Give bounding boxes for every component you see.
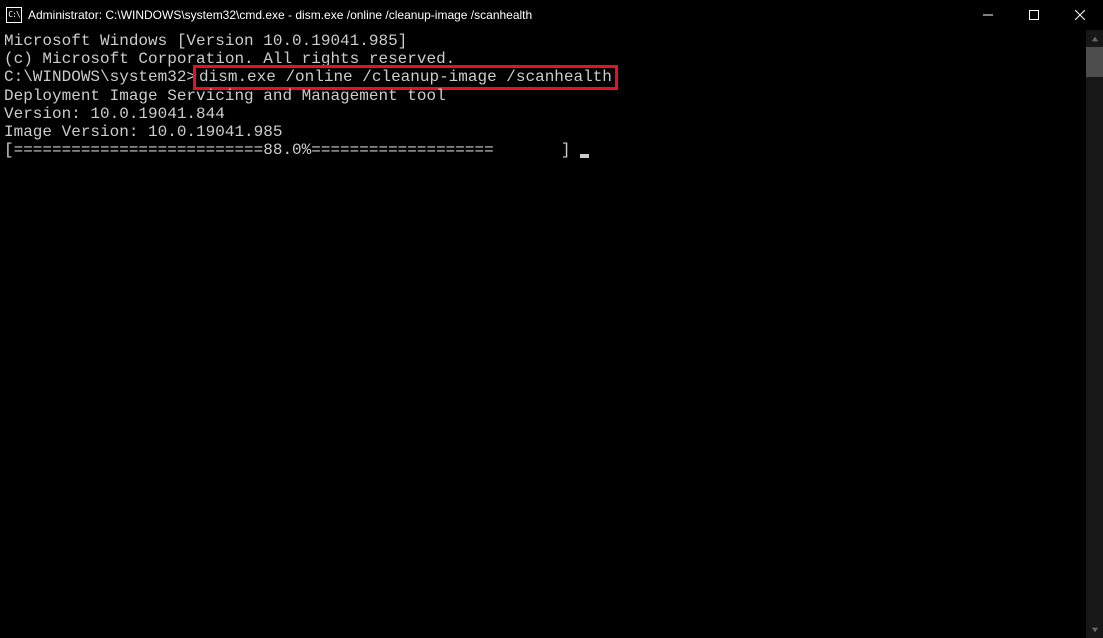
cursor [580,154,589,158]
prompt-text: C:\WINDOWS\system32> [4,68,196,86]
window-title: Administrator: C:\WINDOWS\system32\cmd.e… [28,8,965,22]
cmd-window: C:\ Administrator: C:\WINDOWS\system32\c… [0,0,1103,638]
terminal-area: Microsoft Windows [Version 10.0.19041.98… [0,30,1103,638]
minimize-icon [983,10,993,20]
maximize-button[interactable] [1011,0,1057,30]
titlebar[interactable]: C:\ Administrator: C:\WINDOWS\system32\c… [0,0,1103,30]
output-line: Version: 10.0.19041.844 [4,105,1086,123]
close-button[interactable] [1057,0,1103,30]
minimize-button[interactable] [965,0,1011,30]
progress-line: [==========================88.0%========… [4,141,1086,159]
scroll-up-button[interactable] [1086,30,1103,47]
output-line: Image Version: 10.0.19041.985 [4,123,1086,141]
chevron-down-icon [1091,626,1099,634]
chevron-up-icon [1091,35,1099,43]
prompt-line: C:\WINDOWS\system32>dism.exe /online /cl… [4,68,618,86]
cmd-icon: C:\ [6,7,22,23]
maximize-icon [1029,10,1039,20]
output-line: Microsoft Windows [Version 10.0.19041.98… [4,32,1086,50]
window-controls [965,0,1103,30]
progress-bar-text: [==========================88.0%========… [4,141,580,159]
scroll-track[interactable] [1086,47,1103,621]
terminal-output[interactable]: Microsoft Windows [Version 10.0.19041.98… [0,30,1086,638]
scroll-thumb[interactable] [1086,47,1103,77]
vertical-scrollbar[interactable] [1086,30,1103,638]
scroll-down-button[interactable] [1086,621,1103,638]
close-icon [1075,10,1085,20]
